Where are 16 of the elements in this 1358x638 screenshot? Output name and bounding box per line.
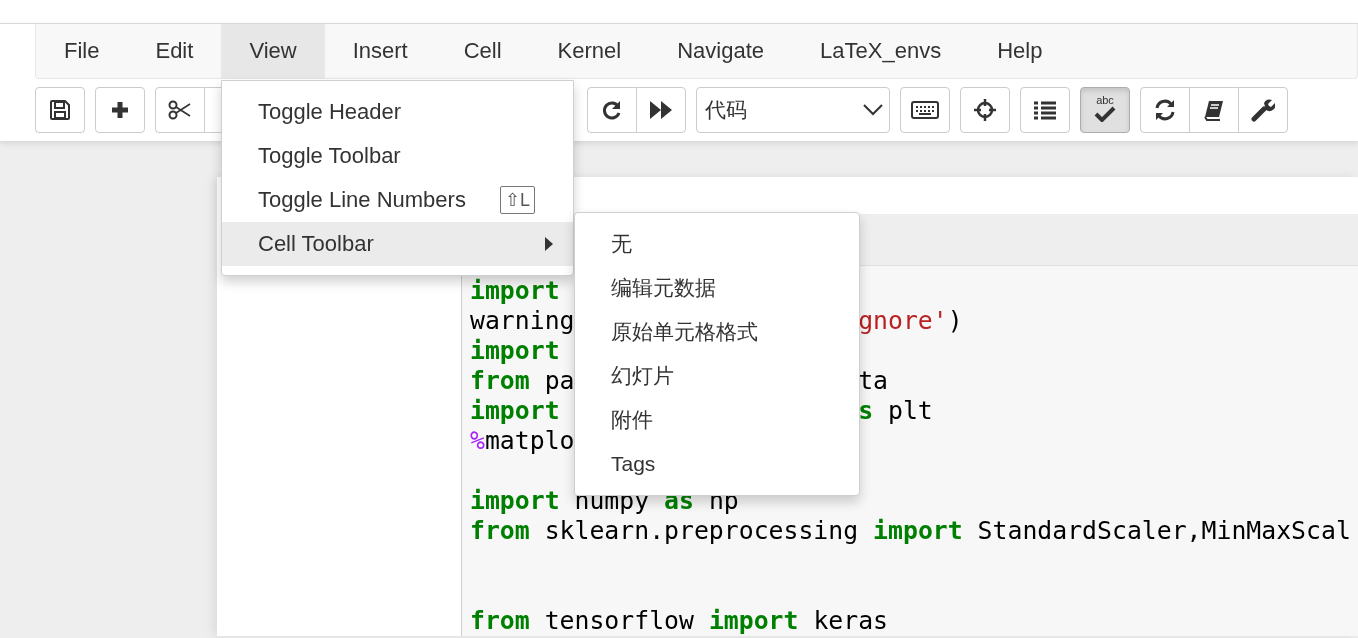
code-line: from tensorflow import keras (470, 606, 889, 636)
code-line: from sklearn.preprocessing import StandardScaler,MinMaxScal (470, 516, 1351, 546)
code-line: s plt (858, 396, 933, 426)
code-line: import (470, 336, 560, 366)
code-line: import (470, 396, 560, 426)
shortcut-key: ⇧L (500, 186, 535, 214)
option-label: Toggle Line Numbers (258, 187, 467, 213)
code-line: %matplo (470, 426, 575, 456)
option-label: Toggle Toolbar (258, 143, 402, 169)
code-line: import (470, 276, 560, 306)
code-line: ta (858, 366, 888, 396)
code-line: gnore') (858, 306, 963, 336)
option-label: Toggle Header (258, 99, 403, 125)
code-line: warning (470, 306, 575, 336)
option-label: Cell Toolbar (258, 231, 375, 257)
code-line: from pa (470, 366, 575, 396)
